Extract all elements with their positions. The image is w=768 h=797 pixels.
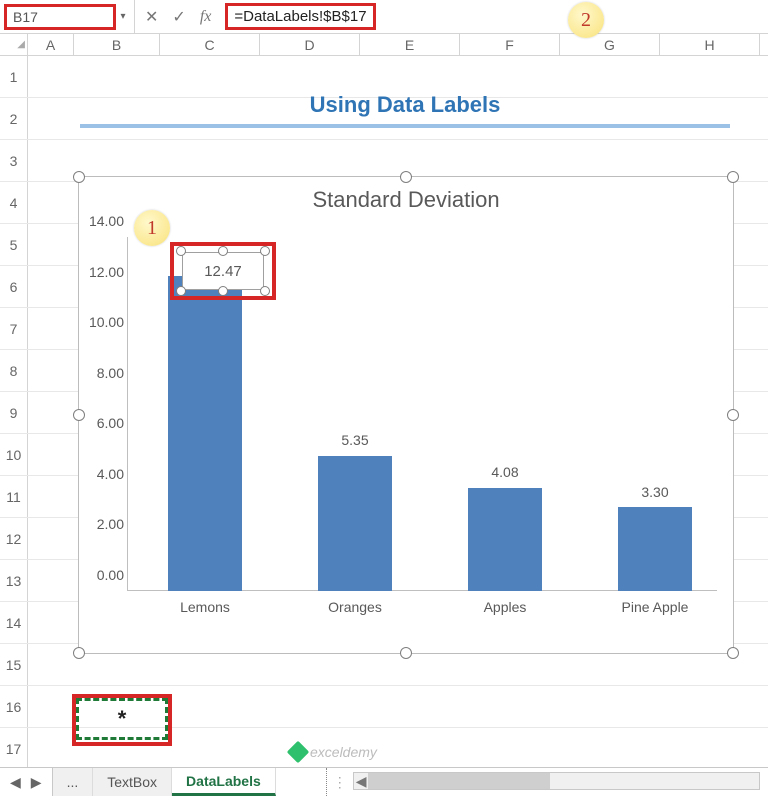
formula-input-container: =DataLabels!$B$17 bbox=[221, 1, 768, 32]
x-category: Apples bbox=[450, 599, 560, 615]
y-tick: 0.00 bbox=[80, 567, 124, 583]
page-title: Using Data Labels bbox=[80, 92, 730, 128]
column-headers: ◢ A B C D E F G H bbox=[0, 34, 768, 56]
select-all-triangle[interactable]: ◢ bbox=[0, 34, 28, 55]
tab-prev-icon[interactable]: ◀ bbox=[10, 774, 21, 791]
name-box-container: B17 ▾ bbox=[0, 0, 135, 33]
row-header[interactable]: 16 bbox=[0, 686, 28, 727]
name-box[interactable]: B17 bbox=[4, 4, 116, 30]
row-header[interactable]: 5 bbox=[0, 224, 28, 265]
callout-badge-1: 1 bbox=[134, 210, 170, 246]
y-tick: 2.00 bbox=[80, 516, 124, 532]
formula-input[interactable]: =DataLabels!$B$17 bbox=[225, 3, 375, 30]
selection-handle[interactable] bbox=[73, 171, 85, 183]
row-header[interactable]: 2 bbox=[0, 98, 28, 139]
selected-data-label-highlight: 12.47 bbox=[170, 242, 276, 300]
cancel-icon[interactable]: ✕ bbox=[145, 7, 158, 27]
bar-pineapple[interactable] bbox=[618, 507, 692, 591]
tab-textbox[interactable]: TextBox bbox=[93, 768, 172, 796]
scrollbar-thumb[interactable] bbox=[368, 773, 550, 789]
label-handle[interactable] bbox=[176, 246, 186, 256]
bar-lemons[interactable] bbox=[168, 276, 242, 591]
col-header-G[interactable]: G bbox=[560, 34, 660, 55]
bar-apples[interactable] bbox=[468, 488, 542, 591]
y-tick: 12.00 bbox=[80, 264, 124, 280]
label-handle[interactable] bbox=[218, 286, 228, 296]
label-handle[interactable] bbox=[260, 246, 270, 256]
selection-handle[interactable] bbox=[73, 647, 85, 659]
col-header-D[interactable]: D bbox=[260, 34, 360, 55]
selection-handle[interactable] bbox=[400, 171, 412, 183]
row-header[interactable]: 6 bbox=[0, 266, 28, 307]
y-tick: 8.00 bbox=[80, 365, 124, 381]
selection-handle[interactable] bbox=[727, 409, 739, 421]
watermark: exceldemy bbox=[290, 744, 377, 760]
label-handle[interactable] bbox=[218, 246, 228, 256]
selection-handle[interactable] bbox=[400, 647, 412, 659]
col-header-F[interactable]: F bbox=[460, 34, 560, 55]
col-header-B[interactable]: B bbox=[74, 34, 160, 55]
selected-data-label[interactable]: 12.47 bbox=[182, 252, 264, 290]
copied-cell-B17[interactable]: * bbox=[76, 698, 168, 740]
sheet-tab-bar: ◀ ▶ ... TextBox DataLabels ⋮ ◀ bbox=[0, 767, 768, 796]
formula-bar-buttons: ✕ ✓ fx bbox=[135, 7, 221, 27]
col-header-C[interactable]: C bbox=[160, 34, 260, 55]
row-header[interactable]: 13 bbox=[0, 560, 28, 601]
callout-badge-2: 2 bbox=[568, 2, 604, 38]
horizontal-scrollbar[interactable]: ◀ bbox=[353, 772, 760, 790]
tab-nav-arrows[interactable]: ◀ ▶ bbox=[0, 768, 53, 796]
bar-oranges[interactable] bbox=[318, 456, 392, 591]
y-tick: 14.00 bbox=[80, 213, 124, 229]
selection-handle[interactable] bbox=[727, 647, 739, 659]
row-header[interactable]: 14 bbox=[0, 602, 28, 643]
row-header[interactable]: 3 bbox=[0, 140, 28, 181]
row-header[interactable]: 9 bbox=[0, 392, 28, 433]
row-header[interactable]: 12 bbox=[0, 518, 28, 559]
tab-datalabels[interactable]: DataLabels bbox=[172, 768, 276, 796]
label-handle[interactable] bbox=[176, 286, 186, 296]
watermark-icon bbox=[287, 741, 310, 764]
x-category: Oranges bbox=[300, 599, 410, 615]
y-tick: 4.00 bbox=[80, 466, 124, 482]
row-header[interactable]: 15 bbox=[0, 644, 28, 685]
row-header[interactable]: 7 bbox=[0, 308, 28, 349]
col-header-A[interactable]: A bbox=[28, 34, 74, 55]
row-header[interactable]: 4 bbox=[0, 182, 28, 223]
row-header[interactable]: 8 bbox=[0, 350, 28, 391]
tab-ellipsis[interactable]: ... bbox=[53, 768, 94, 796]
label-handle[interactable] bbox=[260, 286, 270, 296]
x-category: Pine Apple bbox=[600, 599, 710, 615]
row-header[interactable]: 17 bbox=[0, 728, 28, 769]
data-label[interactable]: 3.30 bbox=[615, 484, 695, 500]
formula-bar: B17 ▾ ✕ ✓ fx =DataLabels!$B$17 bbox=[0, 0, 768, 34]
y-tick: 10.00 bbox=[80, 314, 124, 330]
x-category: Lemons bbox=[150, 599, 260, 615]
col-header-H[interactable]: H bbox=[660, 34, 760, 55]
data-label[interactable]: 4.08 bbox=[465, 464, 545, 480]
y-tick: 6.00 bbox=[80, 415, 124, 431]
confirm-icon[interactable]: ✓ bbox=[172, 7, 185, 27]
col-header-E[interactable]: E bbox=[360, 34, 460, 55]
fx-icon[interactable]: fx bbox=[200, 8, 212, 26]
row-header[interactable]: 10 bbox=[0, 434, 28, 475]
data-label[interactable]: 5.35 bbox=[315, 432, 395, 448]
row-header[interactable]: 11 bbox=[0, 476, 28, 517]
scroll-divider[interactable]: ⋮ bbox=[326, 768, 353, 796]
tab-next-icon[interactable]: ▶ bbox=[31, 774, 42, 791]
watermark-text: exceldemy bbox=[310, 744, 377, 760]
row-header[interactable]: 1 bbox=[0, 56, 28, 97]
name-box-dropdown-icon[interactable]: ▾ bbox=[116, 11, 130, 22]
selection-handle[interactable] bbox=[727, 171, 739, 183]
chart-title[interactable]: Standard Deviation bbox=[79, 187, 733, 213]
